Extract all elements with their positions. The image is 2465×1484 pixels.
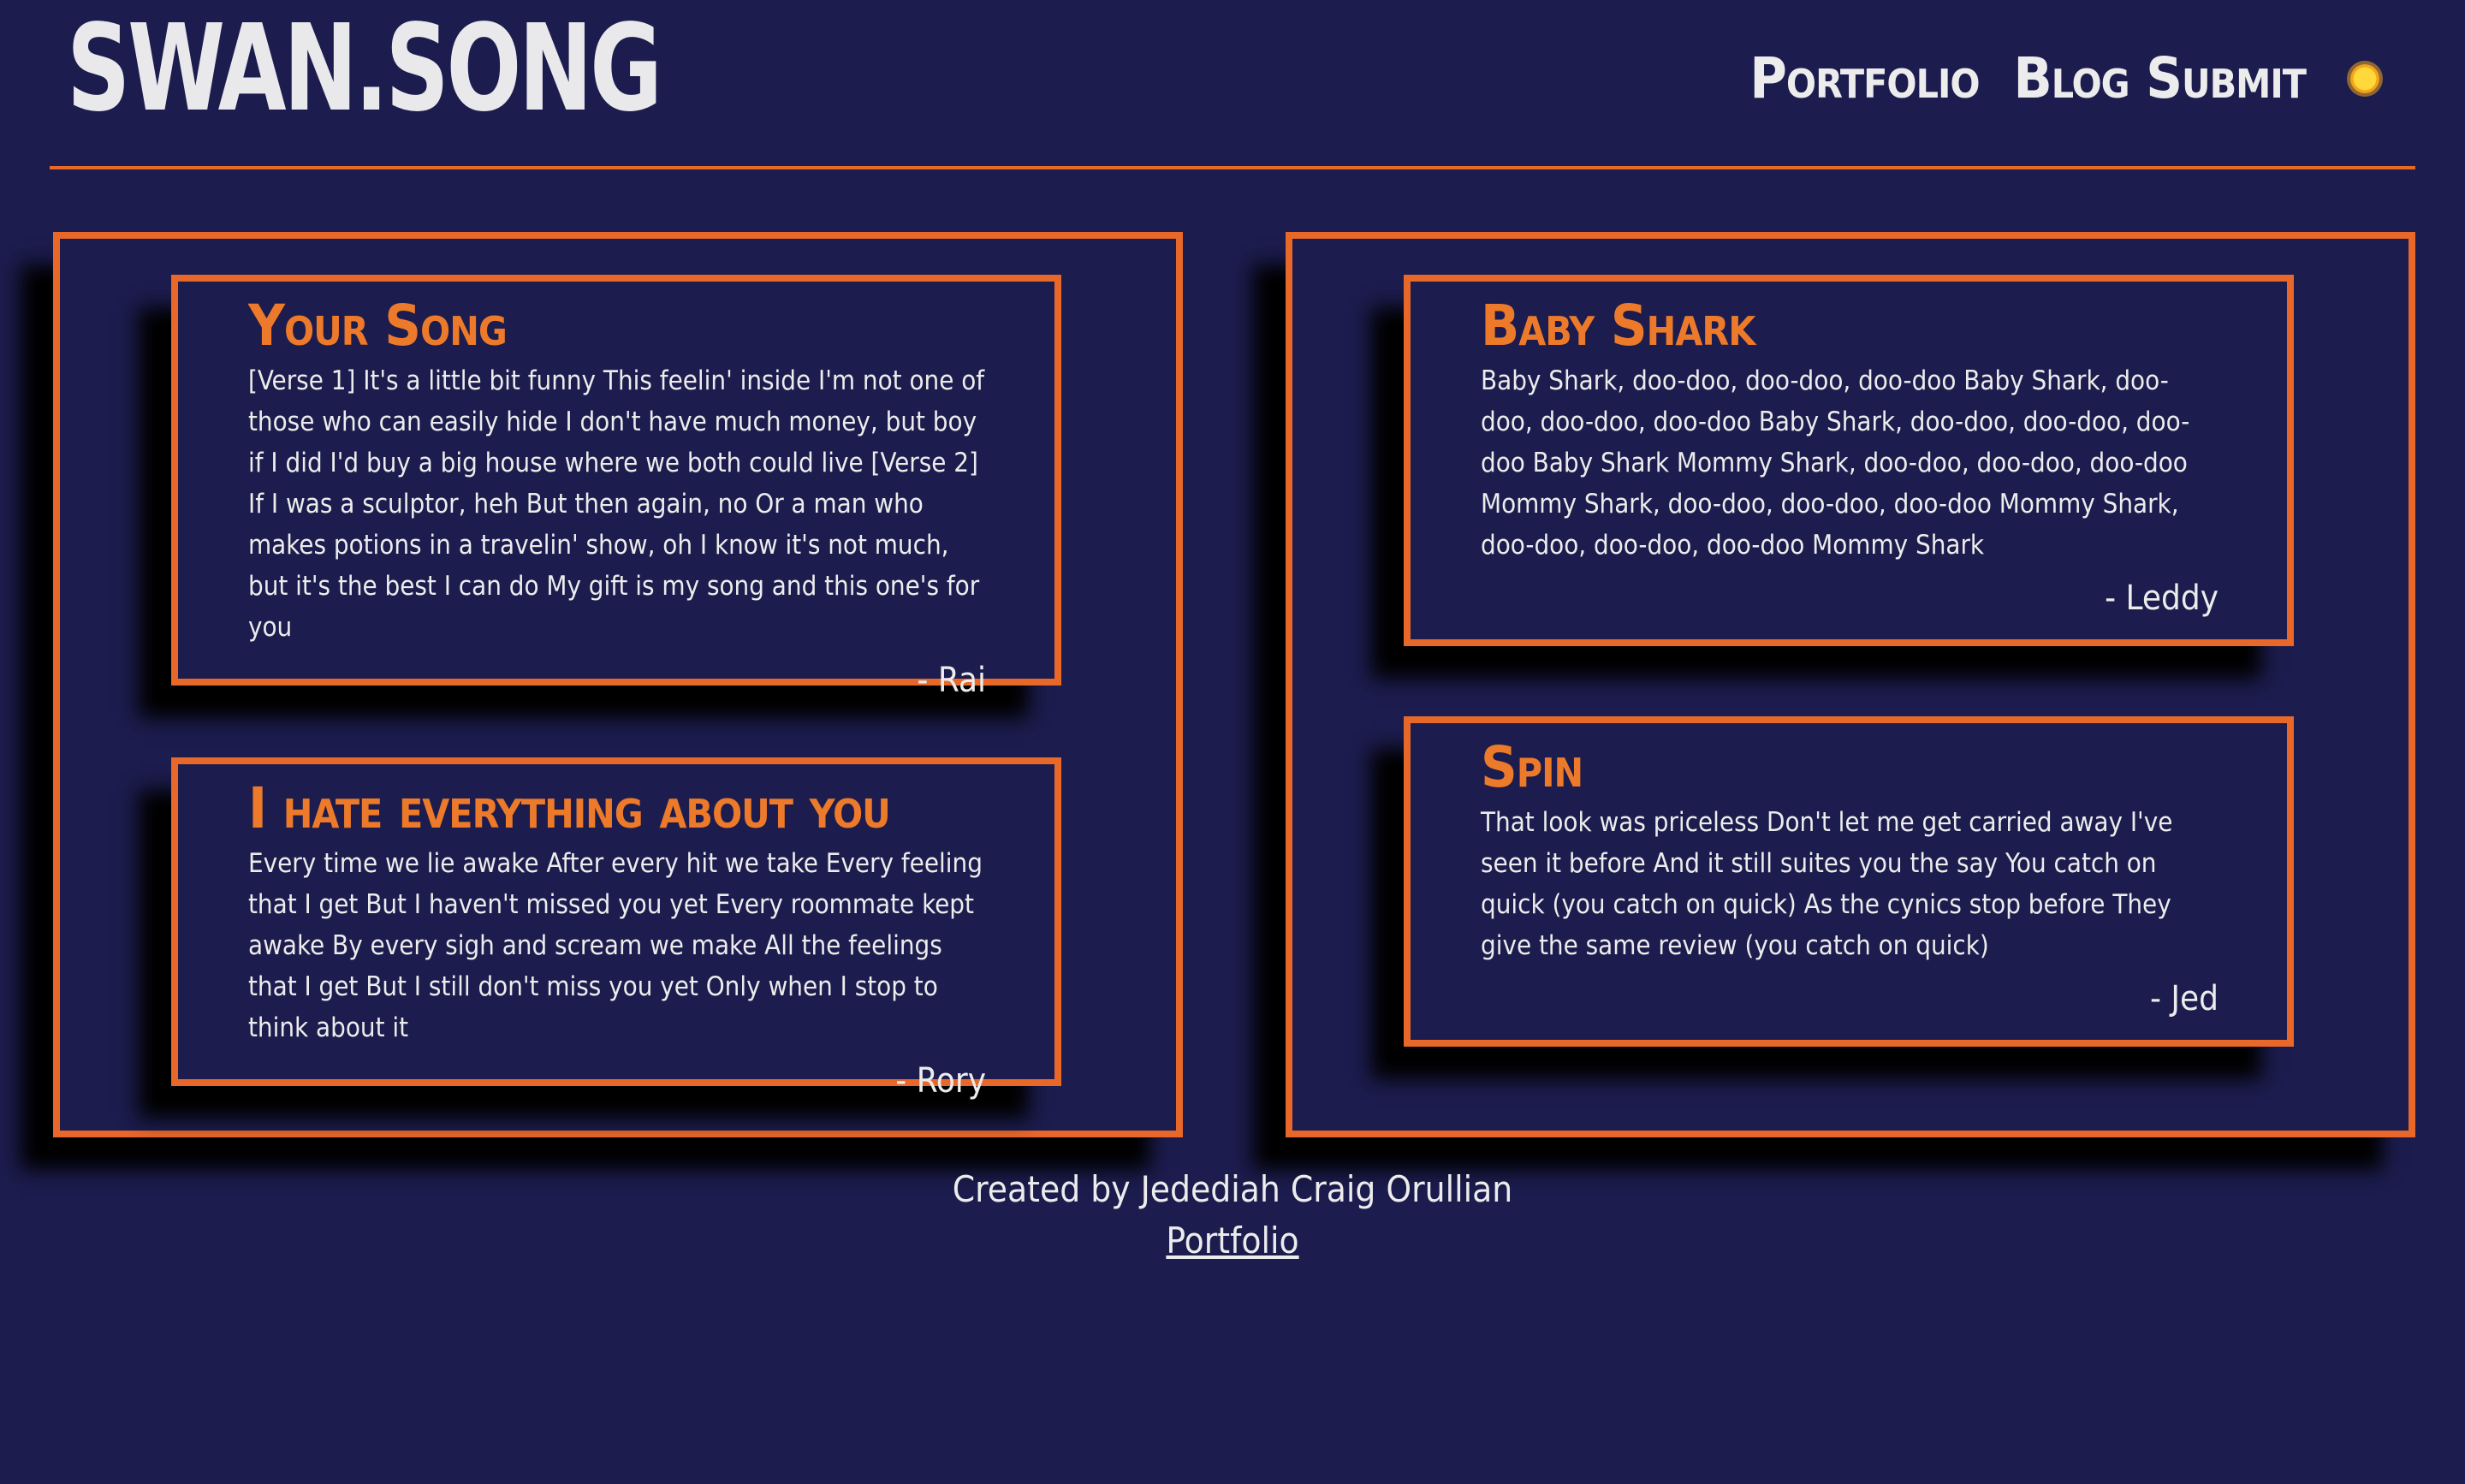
song-card: I hate everything about you Every time w… xyxy=(171,757,1061,1101)
song-author: - Jed xyxy=(2149,979,2218,1018)
song-column-left: Your Song [Verse 1] It's a little bit fu… xyxy=(53,232,1183,1137)
song-lyrics: Baby Shark, doo-doo, doo-doo, doo-doo Ba… xyxy=(1481,365,2190,561)
song-title: Spin xyxy=(1481,734,1583,800)
song-author: - Rai xyxy=(917,661,986,700)
sun-icon[interactable] xyxy=(2350,64,2379,93)
song-card: Baby Shark Baby Shark, doo-doo, doo-doo,… xyxy=(1404,275,2294,646)
song-lyrics: Every time we lie awake After every hit … xyxy=(248,848,983,1043)
song-lyrics: [Verse 1] It's a little bit funny This f… xyxy=(248,365,985,643)
main-nav: Portfolio Blog Submit xyxy=(1715,45,2379,113)
site-footer: Created by Jedediah Craig Orullian Portf… xyxy=(0,1164,2465,1267)
footer-credit: Created by Jedediah Craig Orullian xyxy=(952,1168,1513,1210)
footer-portfolio-link[interactable]: Portfolio xyxy=(1166,1215,1298,1267)
header-divider xyxy=(50,166,2415,169)
site-header: SWAN.SONG Portfolio Blog Submit xyxy=(0,0,2465,169)
song-card: Your Song [Verse 1] It's a little bit fu… xyxy=(171,275,1061,700)
song-author: - Rory xyxy=(895,1061,986,1101)
nav-blog-submit-link[interactable]: Blog Submit xyxy=(2014,45,2307,113)
site-title[interactable]: SWAN.SONG xyxy=(67,5,662,134)
song-title: I hate everything about you xyxy=(248,775,891,841)
nav-portfolio-link[interactable]: Portfolio xyxy=(1749,45,1980,113)
song-title: Baby Shark xyxy=(1481,293,1755,359)
song-column-right: Baby Shark Baby Shark, doo-doo, doo-doo,… xyxy=(1286,232,2415,1137)
song-author: - Leddy xyxy=(2105,579,2218,618)
song-lyrics: That look was priceless Don't let me get… xyxy=(1481,807,2173,961)
song-title: Your Song xyxy=(248,293,508,359)
song-card: Spin That look was priceless Don't let m… xyxy=(1404,716,2294,1047)
